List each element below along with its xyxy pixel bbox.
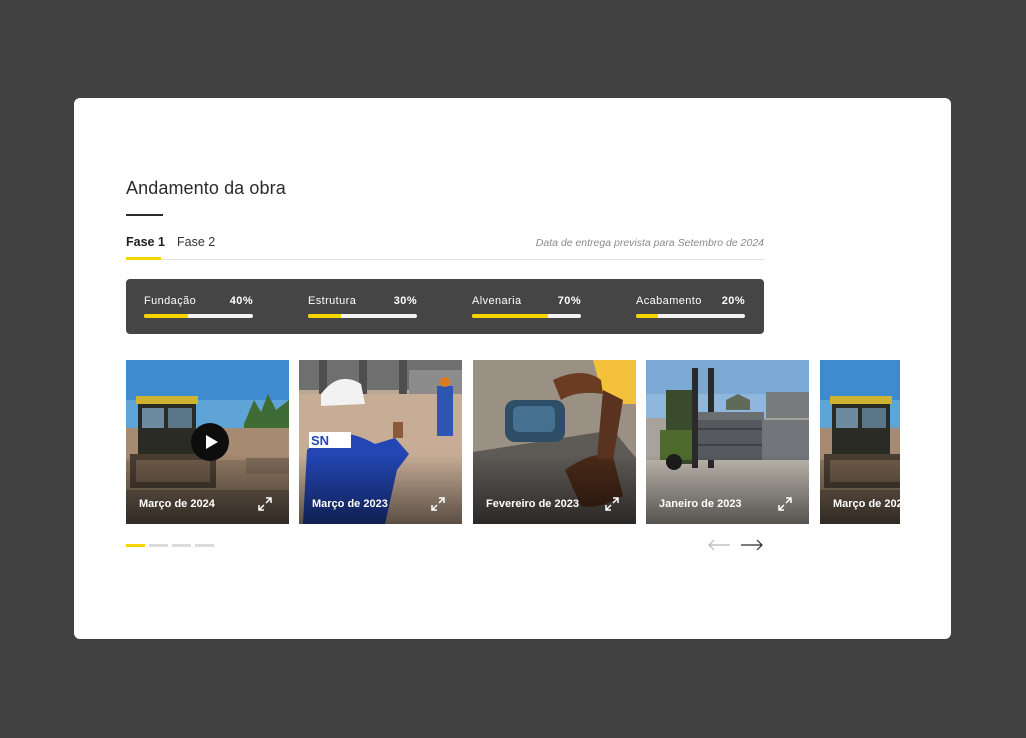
gallery-slide[interactable]: Fevereiro de 2023 (473, 360, 636, 524)
progress-card: Andamento da obra Fase 1 Fase 2 Data de … (74, 98, 951, 639)
active-tab-indicator (126, 257, 161, 260)
slide-date-label: Março de 2024 (139, 498, 215, 510)
tab-fase-1[interactable]: Fase 1 (126, 235, 165, 249)
caption-gradient (126, 454, 289, 524)
phase-name: Acabamento (636, 295, 702, 307)
progress-fill (636, 314, 658, 318)
caption-gradient (473, 454, 636, 524)
phase-name: Estrutura (308, 295, 357, 307)
expand-icon[interactable] (258, 497, 272, 511)
progress-fill (472, 314, 549, 318)
caption-gradient (820, 454, 900, 524)
phase-percent: 70% (557, 295, 581, 307)
caption-gradient (646, 454, 809, 524)
title-divider (126, 214, 163, 216)
gallery-slide[interactable]: Março de 2024 (126, 360, 289, 524)
progress-panel: Fundação 40% Estrutura 30% Alvenaria 70%… (126, 279, 764, 334)
phase-percent: 30% (393, 295, 417, 307)
phase-tabs: Fase 1 Fase 2 Data de entrega prevista p… (126, 234, 764, 260)
progress-track (636, 314, 745, 318)
arrow-right-icon[interactable] (740, 538, 764, 552)
photo-carousel: Março de 2024 SN Março de 2023 Fevereiro… (126, 360, 900, 524)
tab-fase-2[interactable]: Fase 2 (177, 235, 215, 249)
progress-track (472, 314, 581, 318)
section-title: Andamento da obra (126, 178, 286, 198)
phase-percent: 20% (721, 295, 745, 307)
expand-icon[interactable] (431, 497, 445, 511)
phase-name: Alvenaria (472, 295, 522, 307)
carousel-pagination (126, 544, 226, 547)
gallery-slide[interactable]: SN Março de 2023 (299, 360, 462, 524)
gallery-slide[interactable]: Janeiro de 2023 (646, 360, 809, 524)
slide-date-label: Março de 2023 (312, 498, 388, 510)
pagination-dot[interactable] (126, 544, 145, 547)
arrow-left-icon[interactable] (707, 538, 731, 552)
caption-gradient (299, 454, 462, 524)
expand-icon[interactable] (605, 497, 619, 511)
svg-text:SN: SN (311, 433, 329, 448)
delivery-date-text: Data de entrega prevista para Setembro d… (535, 237, 764, 249)
progress-track (144, 314, 253, 318)
pagination-dot[interactable] (172, 544, 191, 547)
phase-name: Fundação (144, 295, 197, 307)
progress-fill (308, 314, 341, 318)
progress-track (308, 314, 417, 318)
play-button[interactable] (191, 423, 229, 461)
phase-percent: 40% (229, 295, 253, 307)
slide-date-label: Março de 2024 (833, 498, 900, 510)
play-icon (206, 435, 218, 449)
progress-fill (144, 314, 188, 318)
gallery-slide[interactable]: Março de 2024 (820, 360, 900, 524)
slide-date-label: Fevereiro de 2023 (486, 498, 579, 510)
slide-date-label: Janeiro de 2023 (659, 498, 742, 510)
expand-icon[interactable] (778, 497, 792, 511)
pagination-dot[interactable] (149, 544, 168, 547)
pagination-dot[interactable] (195, 544, 214, 547)
